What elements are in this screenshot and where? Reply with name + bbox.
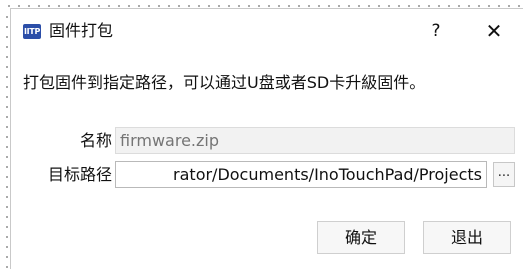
design-grid-top	[0, 0, 523, 8]
close-icon[interactable]: ✕	[479, 18, 509, 44]
screen: IITP 固件打包 ? ✕ 打包固件到指定路径，可以通过U盘或者SD卡升級固件。…	[0, 0, 523, 269]
window-title: 固件打包	[49, 21, 114, 40]
target-path-field[interactable]: rator/Documents/InoTouchPad/Projects	[115, 161, 487, 188]
ok-button[interactable]: 确定	[317, 221, 405, 254]
dialog-description: 打包固件到指定路径，可以通过U盘或者SD卡升級固件。	[23, 73, 426, 92]
exit-button[interactable]: 退出	[423, 221, 511, 254]
title-bar[interactable]: IITP 固件打包 ? ✕	[11, 9, 523, 53]
design-grid-left	[0, 8, 10, 269]
app-logo-icon: IITP	[23, 24, 41, 39]
browse-button[interactable]: ...	[493, 162, 515, 187]
help-button[interactable]: ?	[423, 18, 449, 44]
file-name-field	[115, 127, 515, 154]
target-path-label: 目标路径	[47, 165, 112, 184]
name-label: 名称	[79, 131, 112, 150]
package-firmware-dialog: IITP 固件打包 ? ✕ 打包固件到指定路径，可以通过U盘或者SD卡升級固件。…	[10, 8, 523, 269]
